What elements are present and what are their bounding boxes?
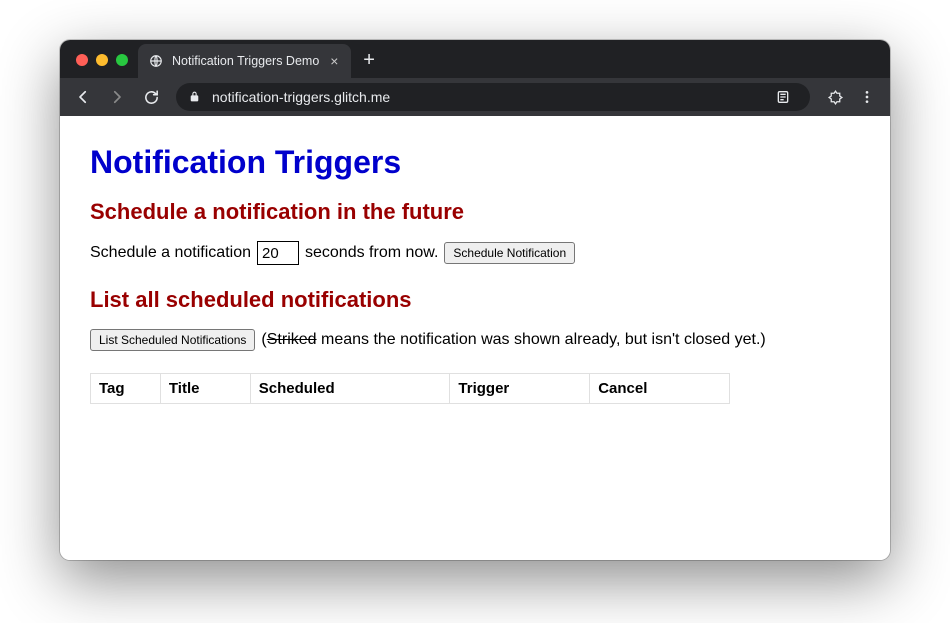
forward-button[interactable] — [102, 82, 132, 112]
schedule-row: Schedule a notification seconds from now… — [90, 241, 860, 265]
seconds-input[interactable] — [257, 241, 299, 265]
maximize-window-button[interactable] — [116, 54, 128, 66]
list-heading: List all scheduled notifications — [90, 287, 860, 313]
back-button[interactable] — [68, 82, 98, 112]
list-scheduled-button[interactable]: List Scheduled Notifications — [90, 329, 255, 351]
page-title: Notification Triggers — [90, 144, 860, 181]
schedule-text-after: seconds from now. — [305, 244, 438, 262]
close-tab-icon[interactable]: × — [327, 54, 341, 68]
close-window-button[interactable] — [76, 54, 88, 66]
tab-title: Notification Triggers Demo — [172, 54, 319, 68]
legend-text: (Striked means the notification was show… — [261, 331, 765, 349]
lock-icon — [188, 90, 202, 104]
schedule-heading: Schedule a notification in the future — [90, 199, 860, 225]
extensions-icon[interactable] — [820, 82, 850, 112]
new-tab-button[interactable]: + — [351, 49, 387, 78]
minimize-window-button[interactable] — [96, 54, 108, 66]
browser-window: Notification Triggers Demo × + notificat… — [60, 40, 890, 560]
list-row: List Scheduled Notifications (Striked me… — [90, 329, 860, 351]
reload-button[interactable] — [136, 82, 166, 112]
table-header-row: Tag Title Scheduled Trigger Cancel — [91, 374, 730, 404]
toolbar-right — [820, 82, 882, 112]
col-scheduled: Scheduled — [250, 374, 450, 404]
reader-mode-icon[interactable] — [768, 82, 798, 112]
browser-toolbar: notification-triggers.glitch.me — [60, 78, 890, 116]
globe-icon — [148, 53, 164, 69]
window-controls — [72, 54, 138, 78]
address-bar[interactable]: notification-triggers.glitch.me — [176, 83, 810, 111]
col-trigger: Trigger — [450, 374, 590, 404]
col-title: Title — [160, 374, 250, 404]
col-cancel: Cancel — [590, 374, 730, 404]
page-content: Notification Triggers Schedule a notific… — [60, 116, 890, 560]
legend-rest: means the notification was shown already… — [317, 331, 766, 348]
tab-strip: Notification Triggers Demo × + — [60, 40, 890, 78]
browser-tab[interactable]: Notification Triggers Demo × — [138, 44, 351, 78]
scheduled-table: Tag Title Scheduled Trigger Cancel — [90, 373, 730, 404]
menu-icon[interactable] — [852, 82, 882, 112]
col-tag: Tag — [91, 374, 161, 404]
url-text: notification-triggers.glitch.me — [212, 89, 390, 105]
legend-striked: Striked — [267, 331, 317, 348]
schedule-text-before: Schedule a notification — [90, 244, 251, 262]
schedule-notification-button[interactable]: Schedule Notification — [444, 242, 575, 264]
